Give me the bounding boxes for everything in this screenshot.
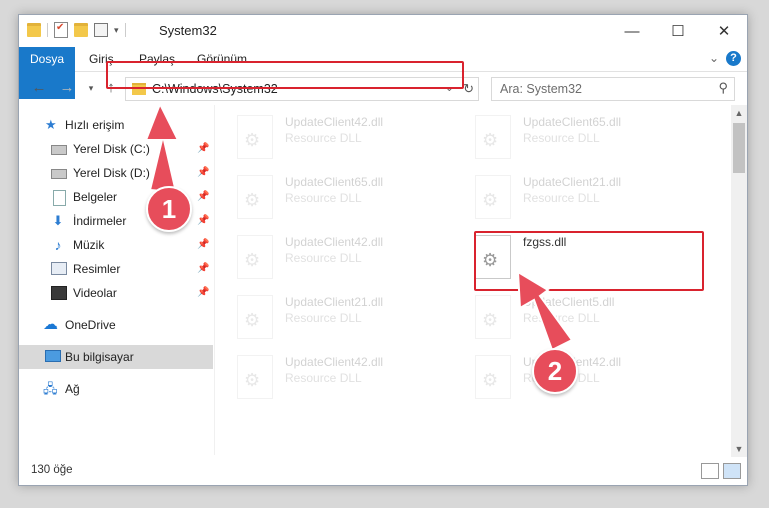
arrow-2 xyxy=(516,270,574,352)
step-1-badge: 1 xyxy=(146,186,192,232)
arrow-1 xyxy=(144,101,180,194)
annotation-arrows xyxy=(144,101,574,352)
step-2-badge: 2 xyxy=(532,348,578,394)
